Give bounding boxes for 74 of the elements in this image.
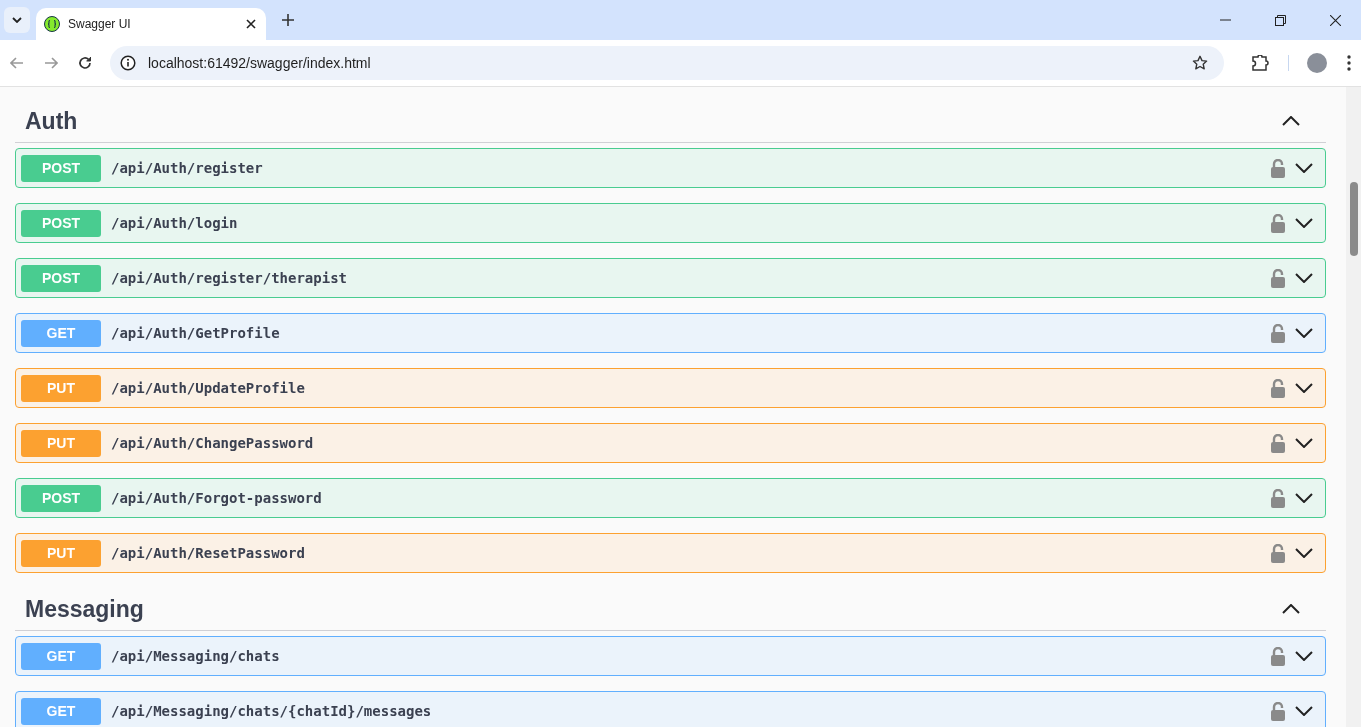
chevron-down-icon[interactable]: [1295, 438, 1313, 448]
more-menu-icon[interactable]: [1347, 55, 1351, 71]
star-icon[interactable]: [1192, 55, 1208, 71]
operation-row[interactable]: POST /api/Auth/register: [15, 148, 1326, 188]
method-badge: GET: [21, 642, 101, 670]
tab-list-button[interactable]: [4, 7, 30, 33]
new-tab-icon[interactable]: [282, 14, 294, 26]
method-badge: POST: [21, 209, 101, 237]
chevron-down-icon[interactable]: [1295, 548, 1313, 558]
unlocked-padlock-icon[interactable]: [1271, 646, 1285, 666]
unlocked-padlock-icon[interactable]: [1271, 213, 1285, 233]
unlocked-padlock-icon[interactable]: [1271, 488, 1285, 508]
puzzle-piece-icon[interactable]: [1252, 55, 1270, 71]
browser-tab[interactable]: Swagger UI: [36, 8, 266, 40]
method-badge: PUT: [21, 374, 101, 402]
method-badge: PUT: [21, 539, 101, 567]
endpoint-path: /api/Messaging/chats: [111, 648, 280, 664]
method-badge: GET: [21, 697, 101, 725]
section-title[interactable]: Auth: [25, 107, 78, 135]
reload-icon[interactable]: [78, 56, 92, 70]
chevron-up-icon[interactable]: [1282, 116, 1300, 126]
scrollbar-thumb[interactable]: [1350, 182, 1358, 256]
chevron-down-icon[interactable]: [1295, 706, 1313, 716]
profile-avatar[interactable]: [1307, 53, 1327, 73]
endpoint-path: /api/Auth/Forgot-password: [111, 490, 322, 506]
unlocked-padlock-icon[interactable]: [1271, 543, 1285, 563]
endpoint-path: /api/Auth/GetProfile: [111, 325, 280, 341]
chevron-down-icon[interactable]: [1295, 273, 1313, 283]
endpoint-path: /api/Auth/register: [111, 160, 263, 176]
unlocked-padlock-icon[interactable]: [1271, 701, 1285, 721]
operation-row[interactable]: PUT /api/Auth/ChangePassword: [15, 423, 1326, 463]
endpoint-path: /api/Auth/ChangePassword: [111, 435, 314, 451]
operation-row[interactable]: POST /api/Auth/login: [15, 203, 1326, 243]
operation-row[interactable]: GET /api/Messaging/chats/{chatId}/messages: [15, 691, 1326, 727]
method-badge: PUT: [21, 429, 101, 457]
unlocked-padlock-icon[interactable]: [1271, 268, 1285, 288]
endpoint-path: /api/Messaging/chats/{chatId}/messages: [111, 703, 432, 719]
operation-row[interactable]: PUT /api/Auth/ResetPassword: [15, 533, 1326, 573]
chevron-down-icon[interactable]: [1295, 383, 1313, 393]
chevron-down-icon[interactable]: [1295, 328, 1313, 338]
operation-row[interactable]: GET /api/Auth/GetProfile: [15, 313, 1326, 353]
close-icon[interactable]: [1330, 14, 1341, 26]
restore-icon[interactable]: [1275, 14, 1286, 26]
unlocked-padlock-icon[interactable]: [1271, 158, 1285, 178]
unlocked-padlock-icon[interactable]: [1271, 433, 1285, 453]
close-icon[interactable]: [246, 19, 256, 29]
chevron-down-icon[interactable]: [1295, 651, 1313, 661]
chevron-down-icon[interactable]: [1295, 163, 1313, 173]
endpoint-path: /api/Auth/ResetPassword: [111, 545, 305, 561]
chevron-down-icon[interactable]: [1295, 493, 1313, 503]
operation-row[interactable]: GET /api/Messaging/chats: [15, 636, 1326, 676]
method-badge: POST: [21, 484, 101, 512]
chevron-up-icon[interactable]: [1282, 604, 1300, 614]
unlocked-padlock-icon[interactable]: [1271, 378, 1285, 398]
method-badge: POST: [21, 154, 101, 182]
method-badge: POST: [21, 264, 101, 292]
info-icon[interactable]: [120, 55, 136, 71]
method-badge: GET: [21, 319, 101, 347]
chevron-down-icon: [12, 17, 22, 23]
back-arrow-icon[interactable]: [10, 57, 24, 69]
unlocked-padlock-icon[interactable]: [1271, 323, 1285, 343]
braces-logo-icon: [44, 16, 60, 32]
operation-row[interactable]: PUT /api/Auth/UpdateProfile: [15, 368, 1326, 408]
endpoint-path: /api/Auth/login: [111, 215, 238, 231]
endpoint-path: /api/Auth/register/therapist: [111, 270, 347, 286]
url-text: localhost:61492/swagger/index.html: [148, 55, 371, 71]
forward-arrow-icon[interactable]: [44, 57, 58, 69]
operation-row[interactable]: POST /api/Auth/register/therapist: [15, 258, 1326, 298]
address-bar[interactable]: localhost:61492/swagger/index.html: [110, 46, 1224, 80]
section-title[interactable]: Messaging: [25, 595, 144, 623]
chevron-down-icon[interactable]: [1295, 218, 1313, 228]
tab-title: Swagger UI: [68, 17, 132, 31]
endpoint-path: /api/Auth/UpdateProfile: [111, 380, 305, 396]
operation-row[interactable]: POST /api/Auth/Forgot-password: [15, 478, 1326, 518]
